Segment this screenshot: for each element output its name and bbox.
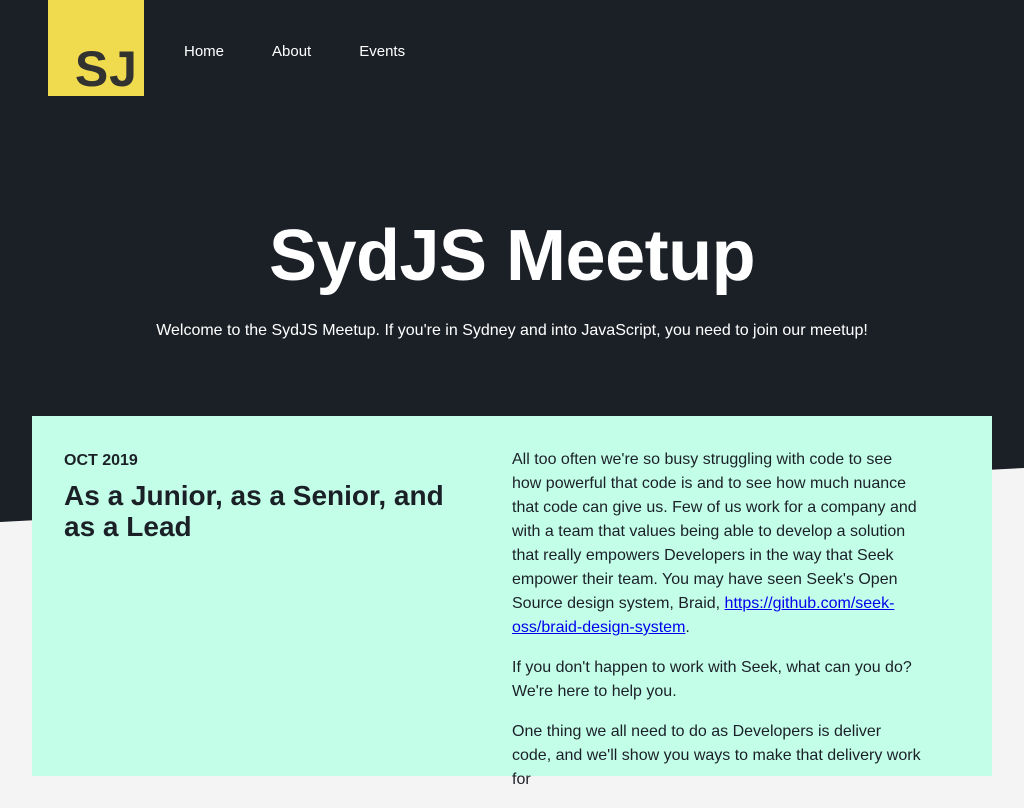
page-title: SydJS Meetup xyxy=(268,216,756,296)
main-nav: Home About Events xyxy=(184,42,453,62)
nav-home[interactable]: Home xyxy=(184,42,224,62)
event-title: As a Junior, as a Senior, and as a Lead xyxy=(64,480,444,542)
nav-about[interactable]: About xyxy=(272,42,311,62)
event-paragraph-1: All too often we're so busy struggling w… xyxy=(512,448,924,640)
event-paragraph-1-text: All too often we're so busy struggling w… xyxy=(512,451,917,612)
event-paragraph-1-end: . xyxy=(685,619,690,636)
page-subtitle: Welcome to the SydJS Meetup. If you're i… xyxy=(156,322,868,339)
logo-text: SJ xyxy=(74,41,138,97)
event-paragraph-3: One thing we all need to do as Developer… xyxy=(512,723,921,788)
event-card: OCT 2019 As a Junior, as a Senior, and a… xyxy=(32,416,992,788)
event-date: OCT 2019 xyxy=(64,452,138,469)
site-logo[interactable]: SJ xyxy=(48,0,144,96)
event-description: All too often we're so busy struggling w… xyxy=(512,448,924,808)
event-paragraph-2: If you don't happen to work with Seek, w… xyxy=(512,659,912,700)
nav-events[interactable]: Events xyxy=(359,42,405,62)
